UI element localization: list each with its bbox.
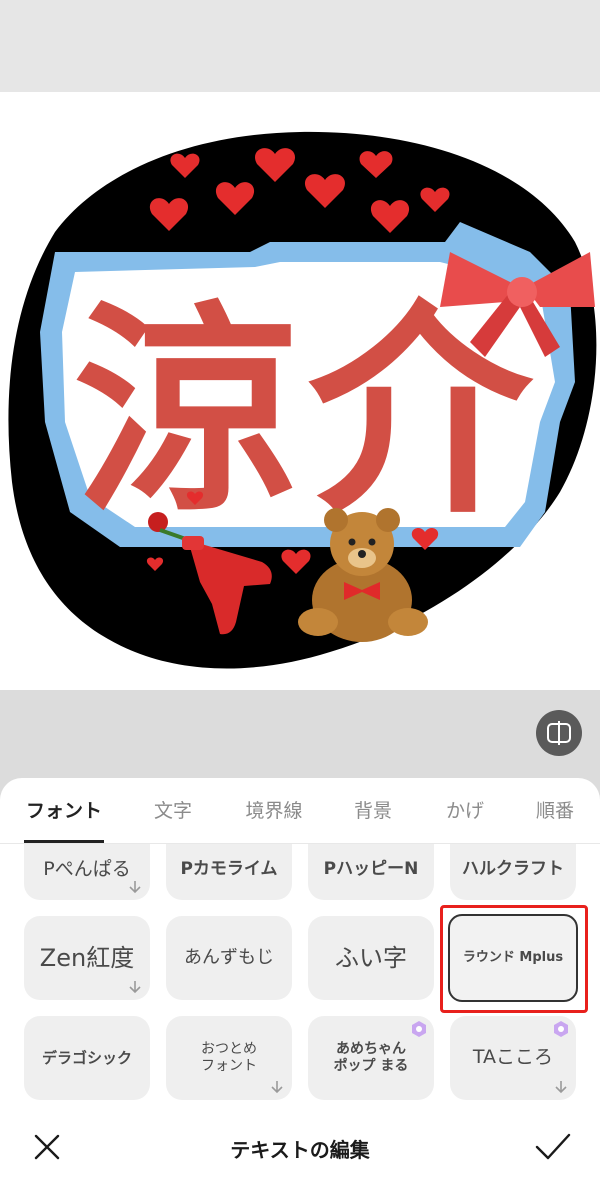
download-icon — [129, 981, 141, 994]
font-tile-anzumoji[interactable]: あんずもじ — [166, 916, 292, 1000]
font-tile-label: Zen紅度 — [39, 944, 135, 972]
compare-icon — [547, 721, 571, 745]
font-tile-label: ハルクラフト — [462, 859, 564, 880]
selection-highlight — [440, 905, 588, 1013]
confirm-check-icon[interactable] — [534, 1132, 572, 1162]
download-icon — [555, 1081, 567, 1094]
tab-shadow[interactable]: かげ — [432, 796, 498, 828]
font-tile-label: おつとめ フォント — [201, 1040, 257, 1075]
font-tile-label: ふい字 — [335, 944, 407, 972]
active-tab-indicator — [24, 840, 104, 843]
tab-font[interactable]: フォント — [24, 796, 104, 828]
close-icon[interactable] — [32, 1132, 62, 1162]
premium-badge-icon — [412, 1021, 426, 1037]
premium-badge-icon — [554, 1021, 568, 1037]
font-tile-label: デラゴシック — [41, 1048, 132, 1067]
page-title: テキストの編集 — [230, 1138, 370, 1162]
top-toolbar-area — [0, 0, 600, 92]
compare-toggle-button[interactable] — [536, 710, 582, 756]
font-tile-label: Pぺんぱる — [43, 858, 131, 881]
font-tile-phappyn[interactable]: PハッピーN — [308, 844, 434, 900]
font-tile-zen-kodo[interactable]: Zen紅度 — [24, 916, 150, 1000]
font-tile-label: TAこころ — [472, 1046, 554, 1069]
font-tile-fuiji[interactable]: ふい字 — [308, 916, 434, 1000]
download-icon — [129, 881, 141, 894]
font-tile-label: あめちゃん ポップ まる — [333, 1040, 409, 1075]
font-tile-pkamolime[interactable]: Pカモライム — [166, 844, 292, 900]
font-tile-harucraft[interactable]: ハルクラフト — [450, 844, 576, 900]
download-icon — [271, 1081, 283, 1094]
font-tile-amechan-pop[interactable]: あめちゃん ポップ まる — [308, 1016, 434, 1100]
font-tile-ta-kokoro[interactable]: TAこころ — [450, 1016, 576, 1100]
font-tile-deragothic[interactable]: デラゴシック — [24, 1016, 150, 1100]
font-list: Pぺんぱる Pカモライム PハッピーN ハルクラフト Zen紅度 あんずもじ ふ… — [0, 844, 600, 1120]
preview-artwork: 涼介 — [8, 131, 597, 669]
tab-border[interactable]: 境界線 — [234, 796, 314, 828]
tab-background[interactable]: 背景 — [340, 796, 406, 828]
font-tile-label: Pカモライム — [180, 859, 278, 880]
tab-bar: フォント 文字 境界線 背景 かげ 順番 — [0, 778, 600, 844]
font-tile-label: あんずもじ — [184, 946, 274, 968]
font-tile-label: PハッピーN — [323, 859, 419, 880]
font-tile-ppenparu[interactable]: Pぺんぱる — [24, 844, 150, 900]
main-text: 涼介 — [74, 282, 542, 543]
tab-text[interactable]: 文字 — [140, 796, 206, 828]
tab-order[interactable]: 順番 — [522, 796, 588, 828]
font-tile-otsutome[interactable]: おつとめ フォント — [166, 1016, 292, 1100]
uchiwa-preview[interactable]: 涼介 — [0, 92, 600, 690]
